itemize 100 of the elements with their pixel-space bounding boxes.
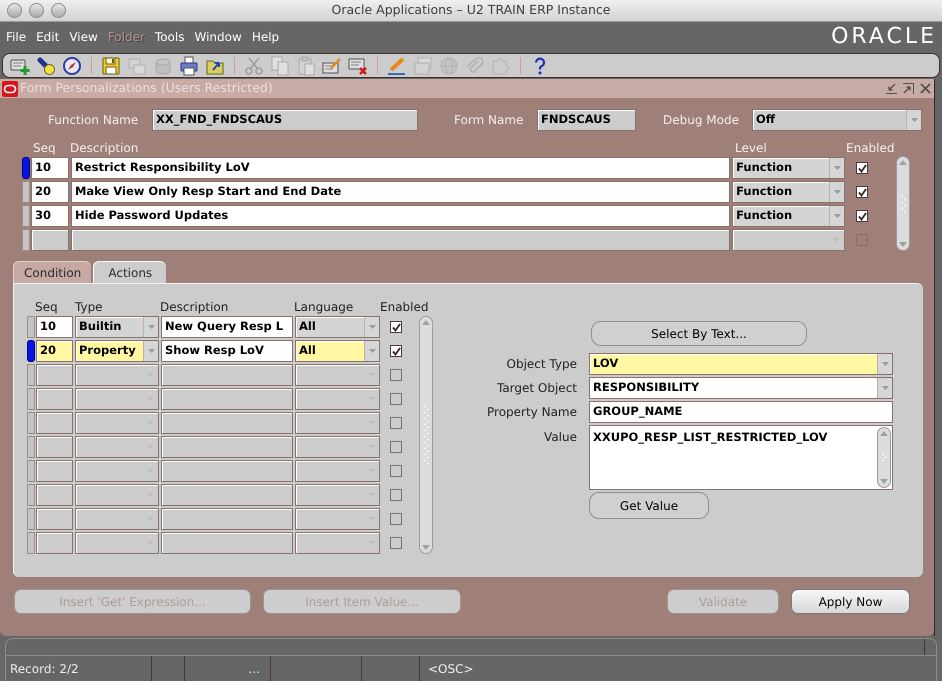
seq-field[interactable] (36, 388, 73, 410)
enabled-checkbox[interactable] (856, 210, 868, 222)
type-dropdown[interactable]: Builtin (75, 316, 159, 338)
enabled-checkbox[interactable] (390, 441, 402, 453)
menu-item[interactable]: Edit (36, 28, 60, 46)
description-field[interactable] (70, 229, 730, 251)
language-dropdown[interactable] (295, 484, 380, 506)
get-value-button[interactable]: Get Value (589, 492, 709, 519)
seq-field[interactable] (36, 436, 73, 458)
edit-record-icon[interactable] (322, 56, 342, 76)
seq-field[interactable]: 20 (31, 181, 69, 203)
enabled-checkbox[interactable] (390, 513, 402, 525)
maximize-button[interactable] (51, 3, 66, 18)
enabled-checkbox[interactable] (856, 186, 868, 198)
scrollbar[interactable] (896, 156, 910, 251)
type-dropdown[interactable] (75, 532, 159, 554)
language-dropdown[interactable] (295, 508, 380, 530)
enabled-checkbox[interactable] (390, 465, 402, 477)
pencil-icon[interactable] (387, 56, 407, 76)
menu-item[interactable]: File (6, 28, 26, 46)
language-dropdown[interactable] (295, 364, 380, 386)
seq-field[interactable] (36, 532, 73, 554)
seq-field[interactable]: 30 (31, 205, 69, 227)
enabled-checkbox[interactable] (390, 369, 402, 381)
type-dropdown[interactable] (75, 364, 159, 386)
menu-item[interactable]: Help (252, 28, 280, 46)
level-dropdown[interactable]: Function (732, 181, 845, 203)
seq-field[interactable] (36, 484, 73, 506)
enabled-checkbox[interactable] (390, 393, 402, 405)
language-dropdown[interactable]: All (295, 340, 380, 362)
flashlight-icon[interactable] (36, 56, 56, 76)
description-field[interactable] (161, 532, 293, 554)
scroll-grip-icon[interactable] (882, 453, 886, 462)
minimize-button[interactable] (29, 3, 44, 18)
close-icon[interactable] (920, 83, 931, 94)
function-name-field[interactable]: XX_FND_FNDSCAUS (152, 109, 418, 131)
seq-field[interactable] (36, 460, 73, 482)
tab[interactable]: Condition (13, 261, 92, 283)
level-dropdown[interactable]: Function (732, 205, 845, 227)
description-field[interactable]: Make View Only Resp Start and End Date (70, 181, 730, 203)
language-dropdown[interactable] (295, 532, 380, 554)
printer-icon[interactable] (179, 56, 199, 76)
tab[interactable]: Actions (93, 261, 166, 283)
scrollbar[interactable] (877, 427, 891, 488)
scroll-grip-icon[interactable] (424, 405, 428, 465)
language-dropdown[interactable] (295, 412, 380, 434)
type-dropdown[interactable]: Property (75, 340, 159, 362)
menu-item[interactable]: View (69, 28, 98, 46)
minimize-icon[interactable] (886, 83, 897, 94)
select-by-text-button[interactable]: Select By Text... (591, 321, 807, 346)
seq-field[interactable]: 10 (31, 157, 69, 179)
level-dropdown[interactable]: Function (732, 157, 845, 179)
description-field[interactable] (161, 436, 293, 458)
enabled-checkbox[interactable] (390, 489, 402, 501)
enabled-checkbox[interactable] (390, 345, 402, 357)
type-dropdown[interactable] (75, 508, 159, 530)
level-dropdown[interactable] (732, 229, 845, 251)
language-dropdown[interactable] (295, 460, 380, 482)
value-textarea[interactable]: XXUPO_RESP_LIST_RESTRICTED_LOV (589, 425, 893, 490)
type-dropdown[interactable] (75, 436, 159, 458)
save-icon[interactable] (101, 56, 121, 76)
language-dropdown[interactable] (295, 388, 380, 410)
target-object-dropdown[interactable]: RESPONSIBILITY (589, 377, 893, 399)
seq-field[interactable] (36, 508, 73, 530)
apply-now-button[interactable]: Apply Now (791, 589, 910, 614)
description-field[interactable] (161, 412, 293, 434)
enabled-checkbox[interactable] (390, 321, 402, 333)
delete-record-icon[interactable] (348, 56, 368, 76)
description-field[interactable]: Hide Password Updates (70, 205, 730, 227)
language-dropdown[interactable] (295, 436, 380, 458)
seq-field[interactable]: 20 (36, 340, 73, 362)
seq-field[interactable] (36, 412, 73, 434)
description-field[interactable]: New Query Resp L (161, 316, 293, 338)
language-dropdown[interactable]: All (295, 316, 380, 338)
debug-mode-dropdown[interactable]: Off (752, 109, 922, 131)
type-dropdown[interactable] (75, 388, 159, 410)
description-field[interactable] (161, 364, 293, 386)
enabled-checkbox[interactable] (856, 162, 868, 174)
close-button[interactable] (7, 3, 22, 18)
scroll-grip-icon[interactable] (900, 194, 906, 212)
seq-field[interactable] (36, 364, 73, 386)
menu-item[interactable]: Window (194, 28, 242, 46)
description-field[interactable] (161, 460, 293, 482)
enabled-checkbox[interactable] (856, 234, 868, 246)
enabled-checkbox[interactable] (390, 417, 402, 429)
type-dropdown[interactable] (75, 460, 159, 482)
property-name-field[interactable]: GROUP_NAME (589, 401, 893, 423)
row-indicator[interactable] (27, 340, 35, 362)
scrollbar[interactable] (419, 316, 433, 554)
type-dropdown[interactable] (75, 412, 159, 434)
object-type-dropdown[interactable]: LOV (589, 353, 893, 375)
description-field[interactable] (161, 484, 293, 506)
row-indicator[interactable] (22, 157, 30, 179)
form-name-field[interactable]: FNDSCAUS (537, 109, 636, 131)
description-field[interactable]: Restrict Responsibility LoV (70, 157, 730, 179)
maximize-icon[interactable] (903, 83, 914, 94)
compass-icon[interactable] (62, 56, 82, 76)
seq-field[interactable]: 10 (36, 316, 73, 338)
description-field[interactable] (161, 508, 293, 530)
seq-field[interactable] (31, 229, 69, 251)
